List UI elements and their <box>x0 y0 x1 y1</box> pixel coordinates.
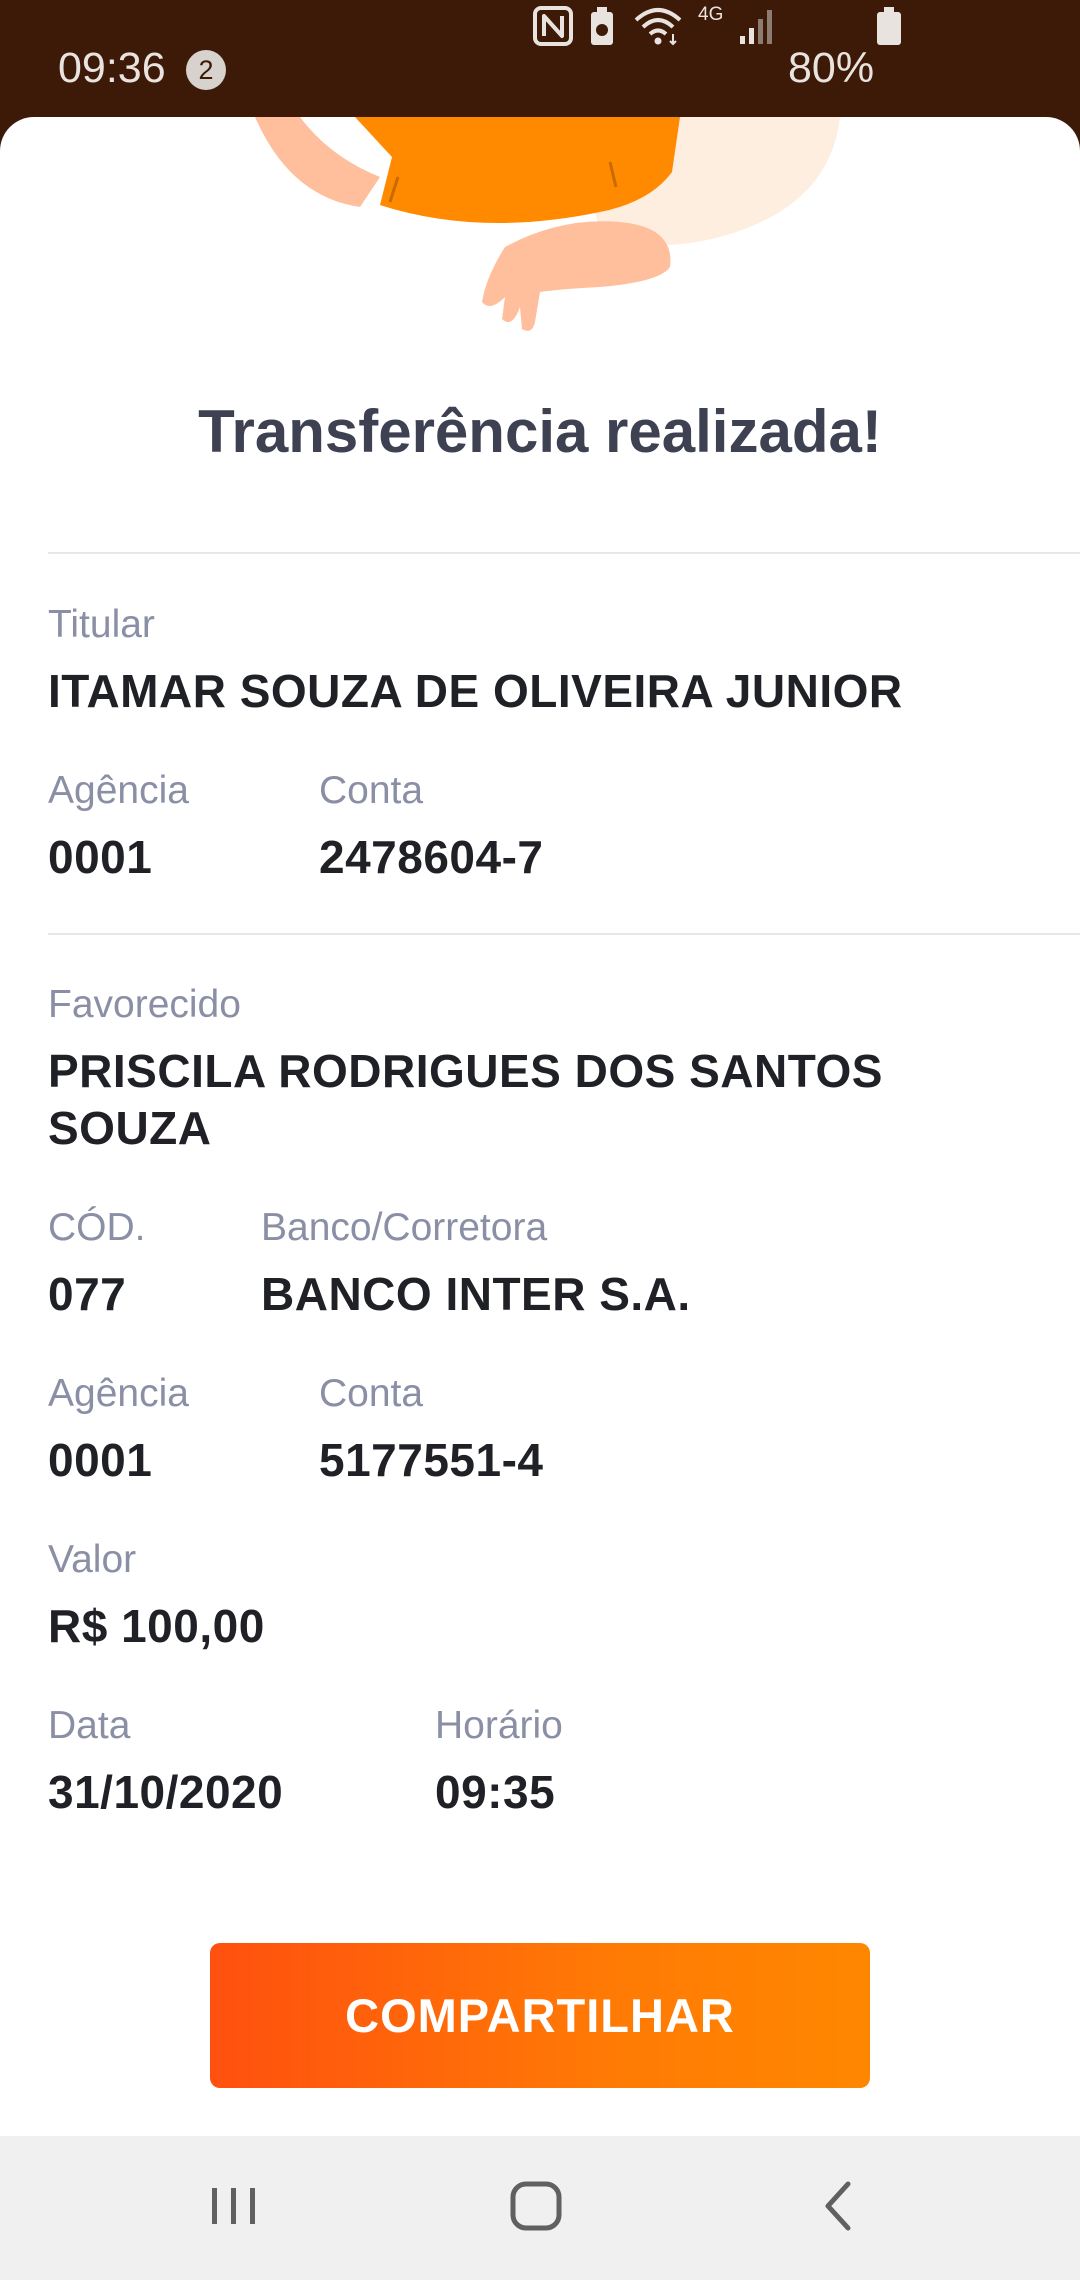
bank-code: 077 <box>48 1268 127 1320</box>
recipient-label: Favorecido <box>48 983 241 1026</box>
share-button-label: COMPARTILHAR <box>345 1989 735 2042</box>
battery-icon <box>877 7 901 45</box>
recipient-name-line2: SOUZA <box>48 1102 212 1154</box>
sender-account-label: Conta <box>319 769 424 812</box>
date-label: Data <box>48 1704 131 1747</box>
page-title: Transferência realizada! <box>198 398 882 465</box>
date-value: 31/10/2020 <box>48 1766 284 1818</box>
recipient-agency-label: Agência <box>48 1372 189 1415</box>
bank-name-label: Banco/Corretora <box>261 1206 548 1249</box>
recipient-name-line1: PRISCILA RODRIGUES DOS SANTOS <box>48 1045 883 1097</box>
signal-icon <box>740 10 772 44</box>
success-illustration <box>255 117 840 331</box>
bank-code-label: CÓD. <box>48 1206 146 1249</box>
nfc-icon <box>533 6 573 46</box>
bank-name: BANCO INTER S.A. <box>261 1268 691 1320</box>
battery-level: 80% <box>788 44 875 92</box>
sender-account: 2478604-7 <box>319 831 544 883</box>
recipient-account: 5177551-4 <box>319 1434 544 1486</box>
holder-label: Titular <box>48 603 155 646</box>
time-value: 09:35 <box>435 1766 556 1818</box>
back-icon[interactable] <box>816 2176 860 2236</box>
divider <box>48 933 1080 935</box>
status-bar: 09:36 2 4G 80% <box>0 0 1080 118</box>
amount-value: R$ 100,00 <box>48 1600 265 1652</box>
battery-saver-icon <box>591 7 613 45</box>
home-icon[interactable] <box>508 2176 564 2236</box>
amount-label: Valor <box>48 1538 137 1581</box>
notification-badge: 2 <box>186 50 226 90</box>
wifi-icon <box>634 8 682 46</box>
recipient-account-label: Conta <box>319 1372 424 1415</box>
divider <box>48 552 1080 554</box>
navigation-bar <box>0 2136 1080 2280</box>
holder-name: ITAMAR SOUZA DE OLIVEIRA JUNIOR <box>48 665 903 717</box>
status-time: 09:36 <box>58 44 166 92</box>
transfer-receipt-sheet: Transferência realizada! Titular ITAMAR … <box>0 117 1080 2137</box>
network-type: 4G <box>698 4 724 25</box>
sender-agency-label: Agência <box>48 769 189 812</box>
recipient-agency: 0001 <box>48 1434 153 1486</box>
sender-agency: 0001 <box>48 831 153 883</box>
recent-apps-icon[interactable] <box>206 2176 262 2236</box>
share-button[interactable]: COMPARTILHAR <box>210 1943 870 2088</box>
time-label: Horário <box>435 1704 563 1747</box>
